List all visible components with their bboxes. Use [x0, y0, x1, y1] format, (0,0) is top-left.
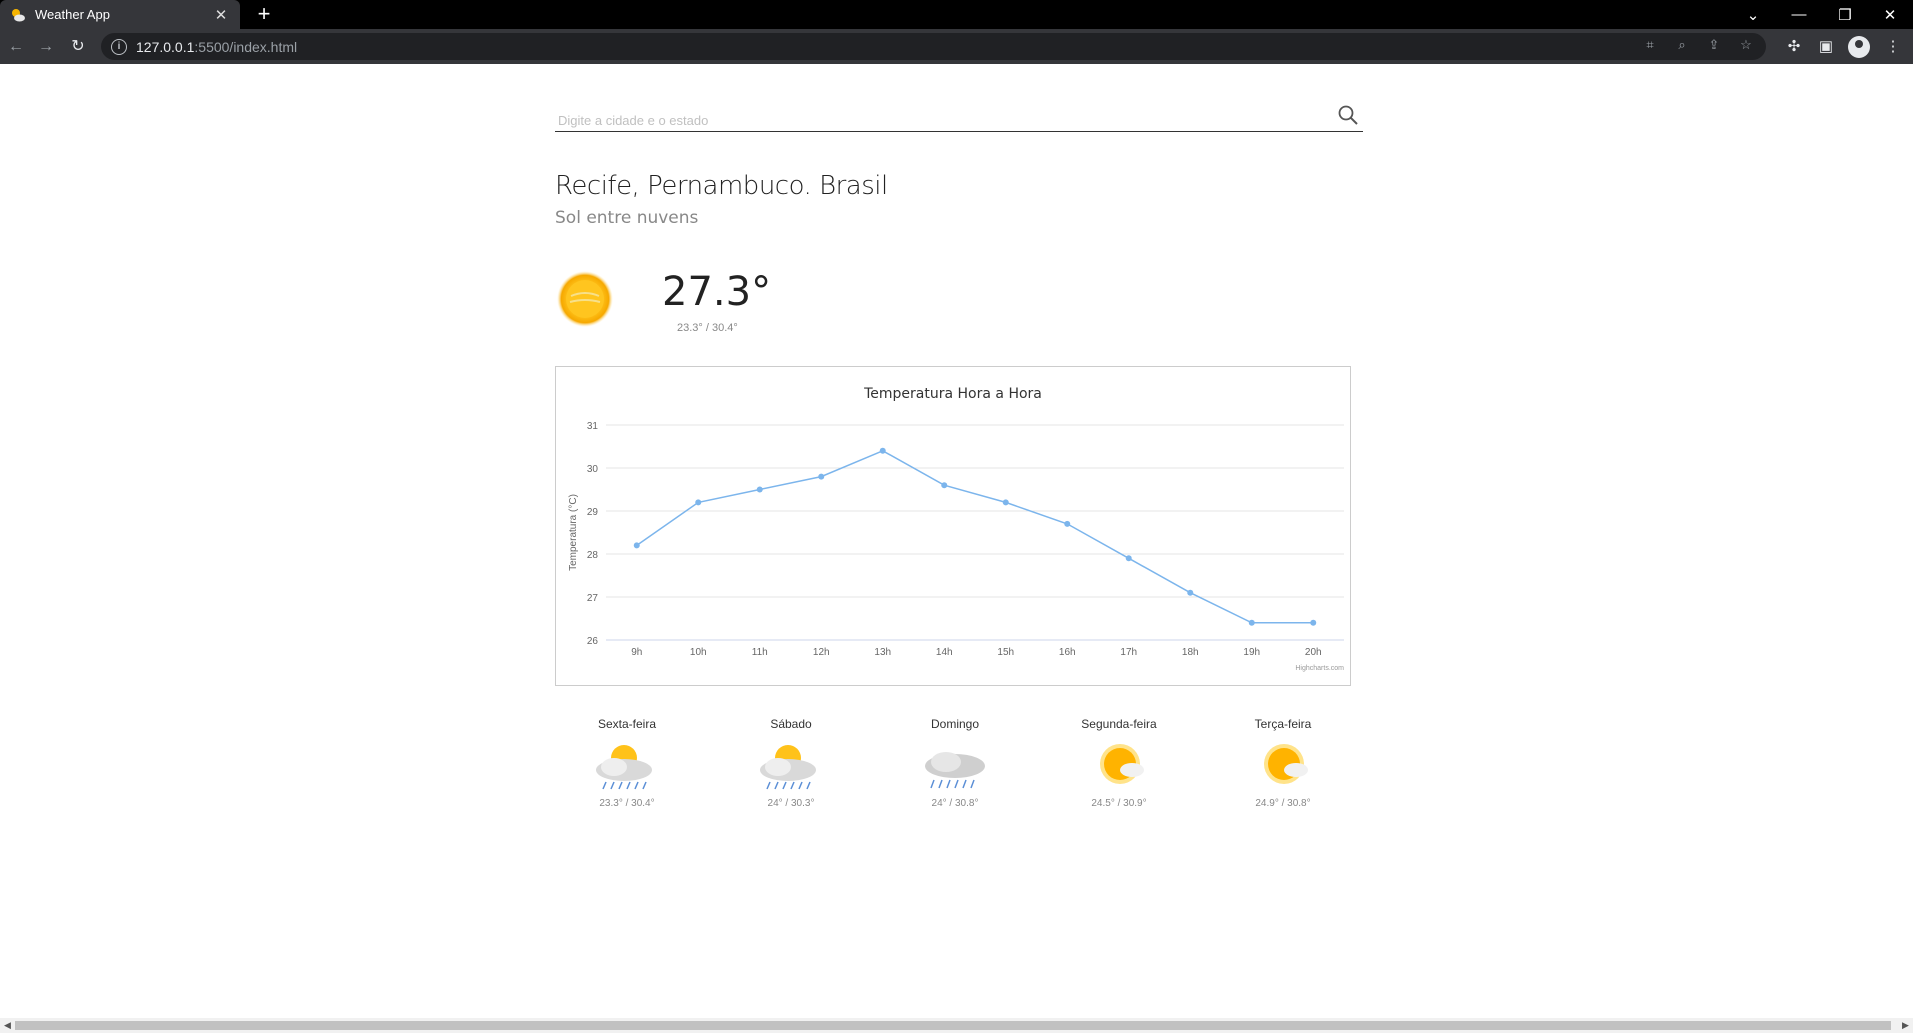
forecast-day: Domingo 24° / 30.8° [885, 714, 1025, 809]
chart-credit: Highcharts.com [1295, 665, 1344, 672]
forecast-day: Sexta-feira 23.3° / 30.4° [557, 714, 697, 809]
forecast-temp-range: 24.5° / 30.9° [1091, 798, 1147, 809]
condition-text: Sol entre nuvens [555, 208, 699, 228]
data-point [879, 447, 886, 454]
sun-cloud-rain-icon [596, 745, 652, 790]
data-point [1002, 499, 1009, 506]
forecast-day: Terça-feira 24.9° / 30.8° [1213, 714, 1353, 809]
browser-tab[interactable]: Weather App ✕ [0, 0, 240, 29]
data-point [941, 482, 948, 489]
x-tick-label: 13h [874, 647, 891, 658]
x-tick-label: 12h [813, 647, 830, 658]
data-point [818, 473, 825, 480]
horizontal-scrollbar[interactable]: ◀ ▶ [0, 1018, 1913, 1033]
close-window-icon[interactable]: ✕ [1867, 0, 1913, 29]
location-title: Recife, Pernambuco. Brasil [555, 171, 888, 201]
extensions-icon[interactable]: ✣ [1782, 35, 1806, 59]
sun-cloud-icon [1264, 744, 1308, 784]
weather-favicon-icon [12, 8, 25, 21]
search-bar [555, 100, 1363, 132]
x-tick-label: 11h [752, 647, 768, 658]
forecast-day-name: Segunda-feira [1081, 717, 1157, 731]
data-point [633, 542, 640, 549]
sun-icon [557, 271, 613, 327]
y-tick-label: 28 [587, 550, 599, 561]
data-point [1187, 589, 1194, 596]
restore-icon[interactable]: ❐ [1822, 0, 1868, 29]
forecast-temp-range: 23.3° / 30.4° [599, 798, 655, 809]
forecast-temp-range: 24° / 30.8° [931, 798, 979, 809]
x-tick-label: 9h [631, 647, 642, 658]
x-tick-label: 10h [690, 647, 707, 658]
forecast-day: Segunda-feira 24.5° / 30.9° [1049, 714, 1189, 809]
side-panel-icon[interactable]: ▣ [1814, 35, 1838, 59]
browser-toolbar: ← → ↻ i 127.0.0.1:5500/index.html ⌗ ⌕ ⇪ … [0, 29, 1913, 64]
x-tick-label: 15h [997, 647, 1014, 658]
data-point [695, 499, 702, 506]
scrollbar-thumb[interactable] [15, 1021, 1891, 1030]
profile-avatar[interactable] [1848, 36, 1870, 58]
chart-title: Temperatura Hora a Hora [863, 386, 1042, 402]
cloud-rain-icon [925, 752, 985, 789]
menu-icon[interactable]: ⋮ [1881, 35, 1905, 59]
x-tick-label: 18h [1182, 647, 1199, 658]
sun-cloud-icon [1100, 744, 1144, 784]
data-point [1310, 619, 1317, 626]
y-axis-title: Temperatura (°C) [568, 494, 579, 571]
data-point [1248, 619, 1255, 626]
share-icon[interactable]: ⇪ [1704, 37, 1724, 53]
scroll-right-icon[interactable]: ▶ [1898, 1018, 1913, 1033]
minimize-icon[interactable]: — [1776, 0, 1822, 29]
back-icon[interactable]: ← [4, 35, 28, 59]
translate-icon[interactable]: ⌗ [1640, 37, 1660, 53]
tab-title: Weather App [35, 7, 110, 22]
forecast-temp-range: 24° / 30.3° [767, 798, 815, 809]
url-text: 127.0.0.1:5500/index.html [136, 38, 298, 55]
forecast-day-name: Sexta-feira [597, 717, 657, 731]
y-tick-label: 30 [587, 464, 599, 475]
x-tick-label: 20h [1305, 647, 1322, 658]
x-tick-label: 19h [1243, 647, 1260, 658]
site-info-icon[interactable]: i [111, 38, 127, 55]
chart-svg: Temperatura Hora a Hora 26 27 28 29 30 31 Tempe… [568, 386, 1344, 672]
browser-tab-strip: Weather App ✕ + ⌄ — ❐ ✕ [0, 0, 1913, 29]
y-tick-label: 31 [587, 421, 599, 432]
forecast-day-name: Terça-feira [1254, 717, 1312, 731]
current-temp-range: 23.3° / 30.4° [677, 322, 738, 334]
y-tick-label: 27 [587, 593, 599, 604]
address-bar[interactable]: i 127.0.0.1:5500/index.html ⌗ ⌕ ⇪ ☆ [101, 33, 1766, 60]
y-tick-label: 29 [587, 507, 599, 518]
zoom-icon[interactable]: ⌕ [1672, 37, 1692, 53]
tab-close-icon[interactable]: ✕ [212, 6, 230, 24]
data-point [1064, 520, 1071, 527]
y-tick-label: 26 [587, 636, 599, 647]
x-tick-label: 14h [936, 647, 953, 658]
x-tick-label: 16h [1059, 647, 1076, 658]
forecast-temp-range: 24.9° / 30.8° [1255, 798, 1311, 809]
hourly-temperature-chart: Temperatura Hora a Hora 26 27 28 29 30 31 Tempe… [555, 366, 1351, 686]
new-tab-icon[interactable]: + [252, 2, 276, 26]
bookmark-star-icon[interactable]: ☆ [1736, 37, 1756, 53]
forecast-day: Sábado 24° / 30.3° [721, 714, 861, 809]
search-input[interactable] [555, 100, 1315, 130]
scroll-left-icon[interactable]: ◀ [0, 1018, 15, 1033]
forecast-list: Sexta-feira 23.3° / 30.4° Sábado 24° / 30… [555, 714, 1360, 824]
reload-icon[interactable]: ↻ [66, 35, 90, 59]
search-icon[interactable] [1337, 104, 1359, 126]
current-temperature: 27.3° [662, 269, 772, 315]
tab-search-icon[interactable]: ⌄ [1730, 0, 1776, 29]
data-point [1125, 555, 1132, 562]
sun-cloud-rain-icon [760, 745, 816, 790]
forecast-day-name: Domingo [930, 717, 980, 731]
data-point [756, 486, 763, 493]
page-viewport: Recife, Pernambuco. Brasil Sol entre nuv… [0, 64, 1913, 1033]
forward-icon[interactable]: → [34, 35, 58, 59]
forecast-day-name: Sábado [770, 717, 812, 731]
x-tick-label: 17h [1120, 647, 1137, 658]
